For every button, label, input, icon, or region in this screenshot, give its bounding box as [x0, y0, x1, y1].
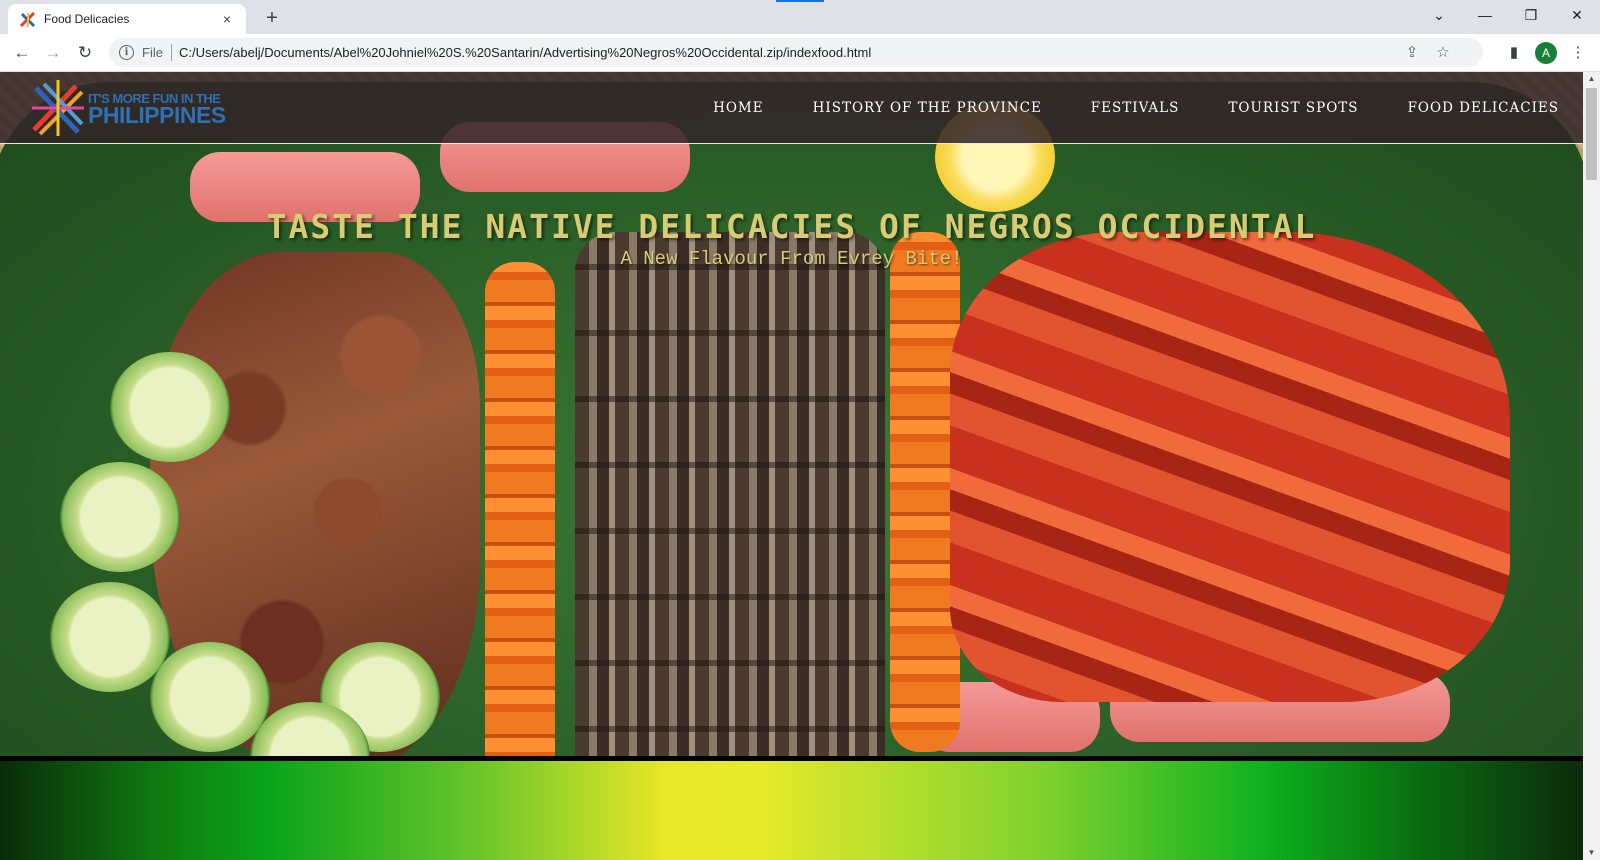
url-scheme-label: File — [142, 45, 163, 60]
hero-food-platter-image — [0, 82, 1583, 756]
url-text[interactable]: C:/Users/abelj/Documents/Abel%20Johniel%… — [179, 45, 871, 60]
cucumber-slice-icon — [150, 642, 270, 752]
browser-tab[interactable]: Food Delicacies × — [8, 4, 246, 34]
page-scrollbar[interactable]: ▲ ▼ — [1583, 72, 1600, 860]
restore-icon[interactable]: ❐ — [1508, 0, 1554, 30]
tab-close-icon[interactable]: × — [218, 10, 236, 28]
forward-icon[interactable]: → — [41, 41, 65, 65]
minimize-icon[interactable]: — — [1462, 0, 1508, 30]
tab-strip: Food Delicacies × + ⌄ — ❐ ✕ — [0, 0, 1600, 34]
fried-fish-column — [575, 232, 885, 756]
hero-subtitle: A New Flavour From Evrey Bite! — [620, 248, 963, 270]
hero-banner: TASTE THE NATIVE DELICACIES OF NEGROS OC… — [0, 72, 1583, 756]
close-window-icon[interactable]: ✕ — [1554, 0, 1600, 30]
browser-menu-icon[interactable]: ⋮ — [1567, 42, 1589, 64]
logo-wordmark: PHILIPPINES — [88, 102, 226, 128]
cucumber-slice-icon — [60, 462, 180, 572]
nav-food-delicacies[interactable]: FOOD DELICACIES — [1408, 100, 1559, 116]
hero-title: TASTE THE NATIVE DELICACIES OF NEGROS OC… — [266, 207, 1317, 246]
carrot-column — [485, 262, 555, 756]
nav-tourist-spots[interactable]: TOURIST SPOTS — [1228, 100, 1358, 116]
philippines-favicon-icon — [20, 12, 36, 28]
green-yellow-gradient-band — [0, 761, 1583, 860]
profile-avatar[interactable]: A — [1535, 42, 1557, 64]
nav-festivals[interactable]: FESTIVALS — [1091, 100, 1180, 116]
nav-home[interactable]: HOME — [713, 100, 764, 116]
address-bar[interactable]: i File C:/Users/abelj/Documents/Abel%20J… — [109, 38, 1483, 67]
philippines-weave-logo-icon — [32, 80, 84, 136]
cucumber-slice-icon — [110, 352, 230, 462]
tab-strip-indicator — [776, 0, 824, 2]
its-more-fun-logo[interactable]: IT'S MORE FUN IN THE PHILIPPINES — [30, 78, 230, 138]
page-viewport: TASTE THE NATIVE DELICACIES OF NEGROS OC… — [0, 72, 1583, 860]
side-panel-icon[interactable]: ▮ — [1503, 42, 1525, 64]
bookmark-star-icon[interactable]: ☆ — [1433, 43, 1453, 63]
new-tab-icon[interactable]: + — [260, 7, 284, 31]
url-separator — [171, 44, 172, 61]
share-icon[interactable]: ⇪ — [1402, 43, 1422, 63]
reload-icon[interactable]: ↻ — [73, 41, 97, 65]
site-info-icon[interactable]: i — [119, 45, 134, 60]
scrollbar-thumb[interactable] — [1586, 88, 1597, 180]
nav-history-of-the-province[interactable]: HISTORY OF THE PROVINCE — [813, 100, 1042, 116]
tab-title: Food Delicacies — [44, 12, 130, 26]
site-header: IT'S MORE FUN IN THE PHILIPPINES HOME HI… — [0, 72, 1583, 144]
cucumber-slice-icon — [50, 582, 170, 692]
tab-search-icon[interactable]: ⌄ — [1416, 0, 1462, 30]
back-icon[interactable]: ← — [10, 41, 34, 65]
main-nav: HOME HISTORY OF THE PROVINCE FESTIVALS T… — [713, 72, 1559, 143]
shrimp-pile — [950, 232, 1510, 702]
browser-toolbar: ← → ↻ i File C:/Users/abelj/Documents/Ab… — [0, 34, 1600, 72]
scroll-down-arrow-icon[interactable]: ▼ — [1583, 846, 1600, 860]
scroll-up-arrow-icon[interactable]: ▲ — [1583, 72, 1600, 86]
